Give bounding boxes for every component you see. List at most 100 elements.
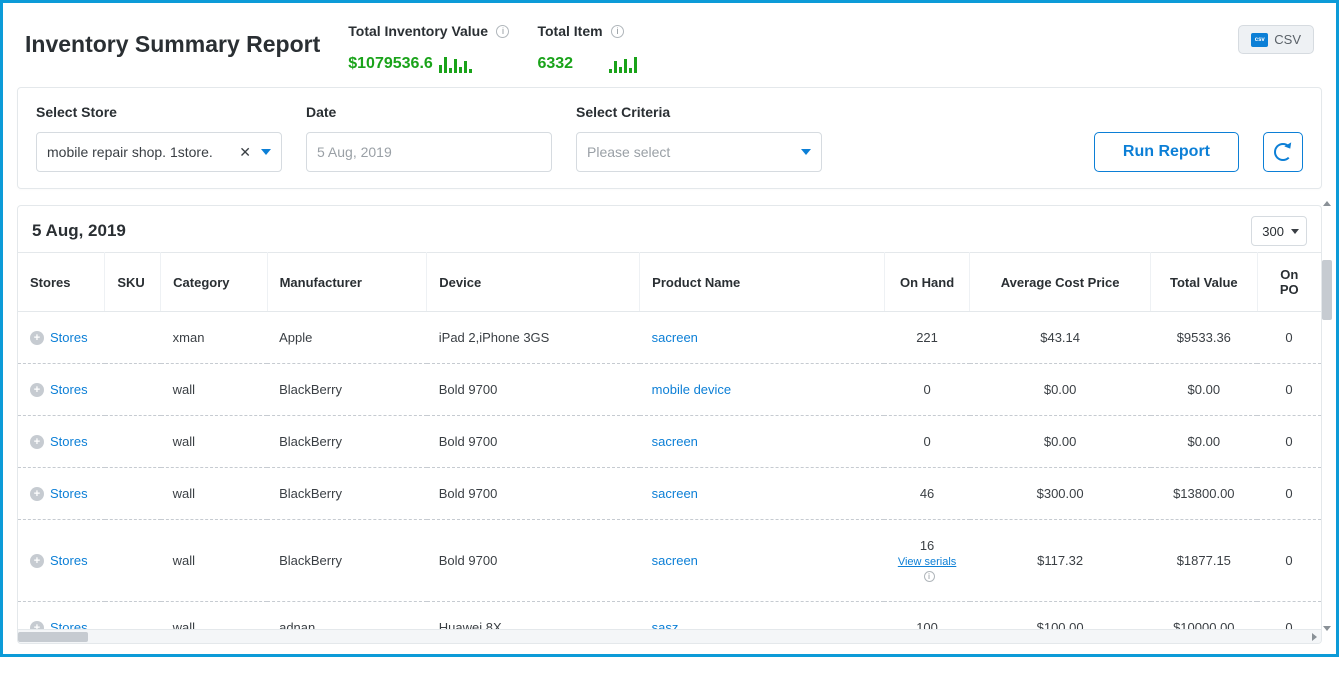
cell-total-value: $13800.00 — [1151, 468, 1257, 520]
expand-icon[interactable]: + — [30, 487, 44, 501]
select-criteria-dropdown[interactable]: Please select — [576, 132, 822, 172]
cell-on-hand: 0 — [884, 364, 969, 416]
filters-panel: Select Store mobile repair shop. 1store.… — [17, 87, 1322, 189]
stores-link[interactable]: Stores — [50, 486, 88, 501]
cell-manufacturer: BlackBerry — [267, 468, 427, 520]
vertical-scrollbar[interactable] — [1322, 201, 1332, 631]
cell-sku — [105, 416, 161, 468]
cell-device: Bold 9700 — [427, 520, 640, 602]
cell-on-hand: 46 — [884, 468, 969, 520]
cell-manufacturer: BlackBerry — [267, 416, 427, 468]
cell-avg-cost: $100.00 — [970, 602, 1151, 630]
horizontal-scrollbar[interactable] — [18, 629, 1321, 643]
product-link[interactable]: sasz — [652, 620, 679, 629]
cell-category: wall — [161, 364, 267, 416]
cell-on-hand: 0 — [884, 416, 969, 468]
column-header[interactable]: Stores — [18, 253, 105, 312]
cell-total-value: $1877.15 — [1151, 520, 1257, 602]
view-serials-link[interactable]: View serials — [898, 556, 957, 568]
stat-total-item: Total Item i 6332 — [537, 19, 637, 73]
cell-category: xman — [161, 312, 267, 364]
column-header[interactable]: On Hand — [884, 253, 969, 312]
cell-avg-cost: $117.32 — [970, 520, 1151, 602]
table-row: + Stores wallBlackBerryBold 9700 sacreen 16V… — [18, 520, 1321, 602]
stat-total-value-amount: $1079536.6 — [348, 55, 433, 73]
stores-link[interactable]: Stores — [50, 434, 88, 449]
stores-link[interactable]: Stores — [50, 620, 88, 629]
clear-store-icon[interactable]: ✕ — [239, 144, 251, 161]
cell-sku — [105, 602, 161, 630]
select-store-value: mobile repair shop. 1store. — [47, 144, 213, 160]
column-header[interactable]: Category — [161, 253, 267, 312]
date-placeholder: 5 Aug, 2019 — [317, 144, 392, 160]
stat-total-item-label: Total Item — [537, 23, 602, 39]
product-link[interactable]: sacreen — [652, 434, 698, 449]
expand-icon[interactable]: + — [30, 331, 44, 345]
stores-link[interactable]: Stores — [50, 330, 88, 345]
cell-category: wall — [161, 520, 267, 602]
column-header[interactable]: Average Cost Price — [970, 253, 1151, 312]
product-link[interactable]: sacreen — [652, 553, 698, 568]
cell-avg-cost: $300.00 — [970, 468, 1151, 520]
cell-on-po: 0 — [1257, 520, 1321, 602]
stat-total-value-label: Total Inventory Value — [348, 23, 488, 39]
product-link[interactable]: mobile device — [652, 382, 732, 397]
column-header[interactable]: On PO — [1257, 253, 1321, 312]
csv-icon: csv — [1251, 33, 1268, 47]
info-icon[interactable]: i — [496, 25, 509, 38]
sparkline-icon — [609, 55, 637, 73]
cell-device: Huawei 8X — [427, 602, 640, 630]
stores-link[interactable]: Stores — [50, 553, 88, 568]
cell-on-po: 0 — [1257, 312, 1321, 364]
chevron-down-icon — [1291, 229, 1299, 234]
cell-sku — [105, 468, 161, 520]
expand-icon[interactable]: + — [30, 621, 44, 630]
cell-on-hand: 16View serials i — [884, 520, 969, 602]
expand-icon[interactable]: + — [30, 435, 44, 449]
info-icon[interactable]: i — [611, 25, 624, 38]
table-row: +StoreswalladnanHuawei 8Xsasz100$100.00$… — [18, 602, 1321, 630]
cell-avg-cost: $0.00 — [970, 364, 1151, 416]
column-header[interactable]: Manufacturer — [267, 253, 427, 312]
date-label: Date — [306, 104, 552, 120]
date-input[interactable]: 5 Aug, 2019 — [306, 132, 552, 172]
table-row: + Stores xmanAppleiPad 2,iPhone 3GS sacreen… — [18, 312, 1321, 364]
cell-total-value: $0.00 — [1151, 416, 1257, 468]
table-row: +StoreswallBlackBerryBold 9700mobile dev… — [18, 364, 1321, 416]
stores-link[interactable]: Stores — [50, 382, 88, 397]
cell-total-value: $10000.00 — [1151, 602, 1257, 630]
cell-device: iPad 2,iPhone 3GS — [427, 312, 640, 364]
table-date-heading: 5 Aug, 2019 — [32, 221, 126, 241]
run-report-button[interactable]: Run Report — [1094, 132, 1239, 172]
column-header[interactable]: SKU — [105, 253, 161, 312]
cell-avg-cost: $43.14 — [970, 312, 1151, 364]
info-icon[interactable]: i — [924, 571, 935, 582]
product-link[interactable]: sacreen — [652, 330, 698, 345]
cell-on-po: 0 — [1257, 468, 1321, 520]
refresh-button[interactable] — [1263, 132, 1303, 172]
cell-manufacturer: adnan — [267, 602, 427, 630]
criteria-placeholder: Please select — [587, 144, 670, 160]
cell-on-po: 0 — [1257, 416, 1321, 468]
report-table-card: 5 Aug, 2019 300 StoresSKUCategoryManufac… — [17, 205, 1322, 644]
chevron-down-icon — [261, 149, 271, 155]
cell-category: wall — [161, 602, 267, 630]
stat-total-item-count: 6332 — [537, 55, 573, 73]
page-size-select[interactable]: 300 — [1251, 216, 1307, 246]
expand-icon[interactable]: + — [30, 383, 44, 397]
cell-avg-cost: $0.00 — [970, 416, 1151, 468]
page-size-value: 300 — [1262, 224, 1284, 239]
expand-icon[interactable]: + — [30, 554, 44, 568]
column-header[interactable]: Device — [427, 253, 640, 312]
select-store-label: Select Store — [36, 104, 282, 120]
select-store-dropdown[interactable]: mobile repair shop. 1store. ✕ — [36, 132, 282, 172]
cell-manufacturer: Apple — [267, 312, 427, 364]
product-link[interactable]: sacreen — [652, 486, 698, 501]
column-header[interactable]: Product Name — [640, 253, 885, 312]
refresh-icon — [1274, 143, 1292, 161]
column-header[interactable]: Total Value — [1151, 253, 1257, 312]
cell-manufacturer: BlackBerry — [267, 520, 427, 602]
cell-category: wall — [161, 416, 267, 468]
export-csv-button[interactable]: csv CSV — [1238, 25, 1314, 54]
cell-manufacturer: BlackBerry — [267, 364, 427, 416]
